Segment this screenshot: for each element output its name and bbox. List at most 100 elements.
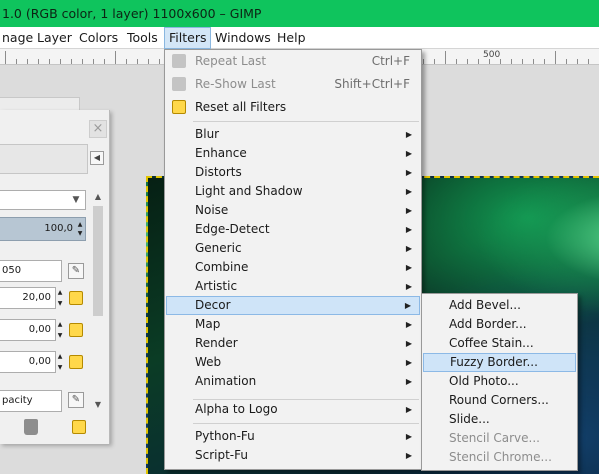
aspect-value: 0,00 (28, 324, 51, 335)
aspect-field[interactable]: 0,00 (0, 319, 56, 341)
menu-item-stencil-carve[interactable]: Stencil Carve... (423, 429, 576, 448)
menu-item-blur[interactable]: Blur ▶ (166, 125, 420, 144)
menu-item-enhance[interactable]: Enhance ▶ (166, 144, 420, 163)
menu-item-label: Generic (195, 241, 242, 255)
ruler-tick (445, 51, 446, 64)
scroll-down-icon[interactable]: ▼ (91, 400, 105, 412)
menu-item-label: Enhance (195, 146, 247, 160)
menu-item-label: Animation (195, 374, 257, 388)
menu-item-label: Render (195, 336, 238, 350)
reset-angle-icon[interactable] (69, 355, 83, 369)
menu-item-add-border[interactable]: Add Border... (423, 315, 576, 334)
menu-item-combine[interactable]: Combine ▶ (166, 258, 420, 277)
dock-tab-strip (0, 97, 80, 111)
menu-item-label: Coffee Stain... (449, 336, 534, 350)
aspect-spin-icon[interactable]: ▲ ▼ (56, 319, 64, 341)
submenu-arrow-icon: ▶ (405, 168, 412, 177)
menu-item-light-and-shadow[interactable]: Light and Shadow ▶ (166, 182, 420, 201)
ruler-tick (5, 51, 6, 64)
submenu-arrow-icon: ▶ (405, 225, 412, 234)
menu-item-label: Round Corners... (449, 393, 549, 407)
close-icon[interactable]: × (89, 120, 107, 138)
paint-mode-select[interactable]: ▼ (0, 190, 86, 210)
menu-item-script-fu[interactable]: Script-Fu ▶ (166, 446, 420, 465)
size-field[interactable]: 20,00 (0, 287, 56, 309)
submenu-arrow-icon: ▶ (405, 263, 412, 272)
menu-item-label: Old Photo... (449, 374, 519, 388)
menu-item-label: Decor (195, 298, 231, 312)
menu-item-reshow-last[interactable]: Re-Show Last Shift+Ctrl+F (166, 75, 420, 94)
ruler-label: 500 (483, 50, 501, 60)
menu-item-label: Distorts (195, 165, 242, 179)
menu-item-label: Blur (195, 127, 220, 141)
menu-item-label: Combine (195, 260, 249, 274)
trash-icon[interactable] (24, 419, 38, 435)
menu-item-render[interactable]: Render ▶ (166, 334, 420, 353)
menu-item-label: Stencil Chrome... (449, 450, 552, 464)
reset-size-icon[interactable] (69, 291, 83, 305)
menu-item-label: Slide... (449, 412, 490, 426)
menu-item-round-corners[interactable]: Round Corners... (423, 391, 576, 410)
angle-field[interactable]: 0,00 (0, 351, 56, 373)
reset-icon (172, 100, 186, 114)
menu-layer[interactable]: Layer (33, 27, 76, 49)
opacity-slider[interactable]: 100,0 ▲ ▼ (0, 217, 86, 241)
menu-item-repeat-last[interactable]: Repeat Last Ctrl+F (166, 52, 420, 71)
menu-item-reset-all-filters[interactable]: Reset all Filters (166, 98, 420, 117)
menu-item-label: Stencil Carve... (449, 431, 540, 445)
window-title: 1.0 (RGB color, 1 layer) 1100x600 – GIMP (2, 6, 262, 21)
edit-dynamics-icon[interactable]: ✎ (68, 392, 84, 408)
menu-item-coffee-stain[interactable]: Coffee Stain... (423, 334, 576, 353)
menu-tools[interactable]: Tools (123, 27, 162, 49)
menu-item-alpha-to-logo[interactable]: Alpha to Logo ▶ (166, 400, 420, 419)
menu-item-slide[interactable]: Slide... (423, 410, 576, 429)
menu-item-old-photo[interactable]: Old Photo... (423, 372, 576, 391)
opacity-value: 100,0 (44, 223, 73, 234)
menu-windows[interactable]: Windows (211, 27, 275, 49)
menu-image[interactable]: nage (0, 27, 37, 49)
reshow-icon (172, 77, 186, 91)
menu-item-edge-detect[interactable]: Edge-Detect ▶ (166, 220, 420, 239)
menu-item-artistic[interactable]: Artistic ▶ (166, 277, 420, 296)
menu-filters[interactable]: Filters (164, 27, 212, 49)
menu-item-web[interactable]: Web ▶ (166, 353, 420, 372)
menu-item-stencil-chrome[interactable]: Stencil Chrome... (423, 448, 576, 467)
menu-item-generic[interactable]: Generic ▶ (166, 239, 420, 258)
submenu-arrow-icon: ▶ (405, 187, 412, 196)
menu-item-decor[interactable]: Decor ▶ (166, 296, 420, 315)
submenu-arrow-icon: ▶ (405, 405, 412, 414)
menu-item-animation[interactable]: Animation ▶ (166, 372, 420, 391)
menu-item-python-fu[interactable]: Python-Fu ▶ (166, 427, 420, 446)
edit-brush-icon[interactable]: ✎ (68, 263, 84, 279)
menu-colors[interactable]: Colors (75, 27, 122, 49)
submenu-arrow-icon: ▶ (405, 377, 412, 386)
menu-item-distorts[interactable]: Distorts ▶ (166, 163, 420, 182)
dock-menu-arrow-icon[interactable]: ◀ (90, 151, 104, 165)
opacity-spin-icon[interactable]: ▲ ▼ (76, 220, 84, 238)
menu-item-add-bevel[interactable]: Add Bevel... (423, 296, 576, 315)
menu-help[interactable]: Help (273, 27, 310, 49)
menu-item-label: Script-Fu (195, 448, 248, 462)
submenu-arrow-icon: ▶ (404, 301, 411, 310)
dynamics-field[interactable]: pacity (0, 390, 62, 412)
filters-menu: Repeat Last Ctrl+F Re-Show Last Shift+Ct… (164, 49, 422, 470)
submenu-arrow-icon: ▶ (405, 130, 412, 139)
reset-aspect-icon[interactable] (69, 323, 83, 337)
submenu-arrow-icon: ▶ (405, 206, 412, 215)
ruler-tick (115, 51, 116, 64)
submenu-arrow-icon: ▶ (405, 282, 412, 291)
size-spin-icon[interactable]: ▲ ▼ (56, 287, 64, 309)
menu-item-noise[interactable]: Noise ▶ (166, 201, 420, 220)
brush-field[interactable]: 050 (0, 260, 62, 282)
decor-submenu: Add Bevel... Add Border... Coffee Stain...… (421, 293, 578, 471)
scroll-up-icon[interactable]: ▲ (91, 192, 105, 204)
menu-item-map[interactable]: Map ▶ (166, 315, 420, 334)
menu-item-label: Artistic (195, 279, 238, 293)
scroll-thumb[interactable] (93, 206, 103, 316)
menu-item-fuzzy-border[interactable]: Fuzzy Border... (423, 353, 576, 372)
dock-scrollbar[interactable]: ▲ ▼ (91, 192, 105, 412)
menu-item-label: Add Border... (449, 317, 527, 331)
reset-options-icon[interactable] (72, 420, 86, 434)
angle-spin-icon[interactable]: ▲ ▼ (56, 351, 64, 373)
menu-item-label: Map (195, 317, 221, 331)
